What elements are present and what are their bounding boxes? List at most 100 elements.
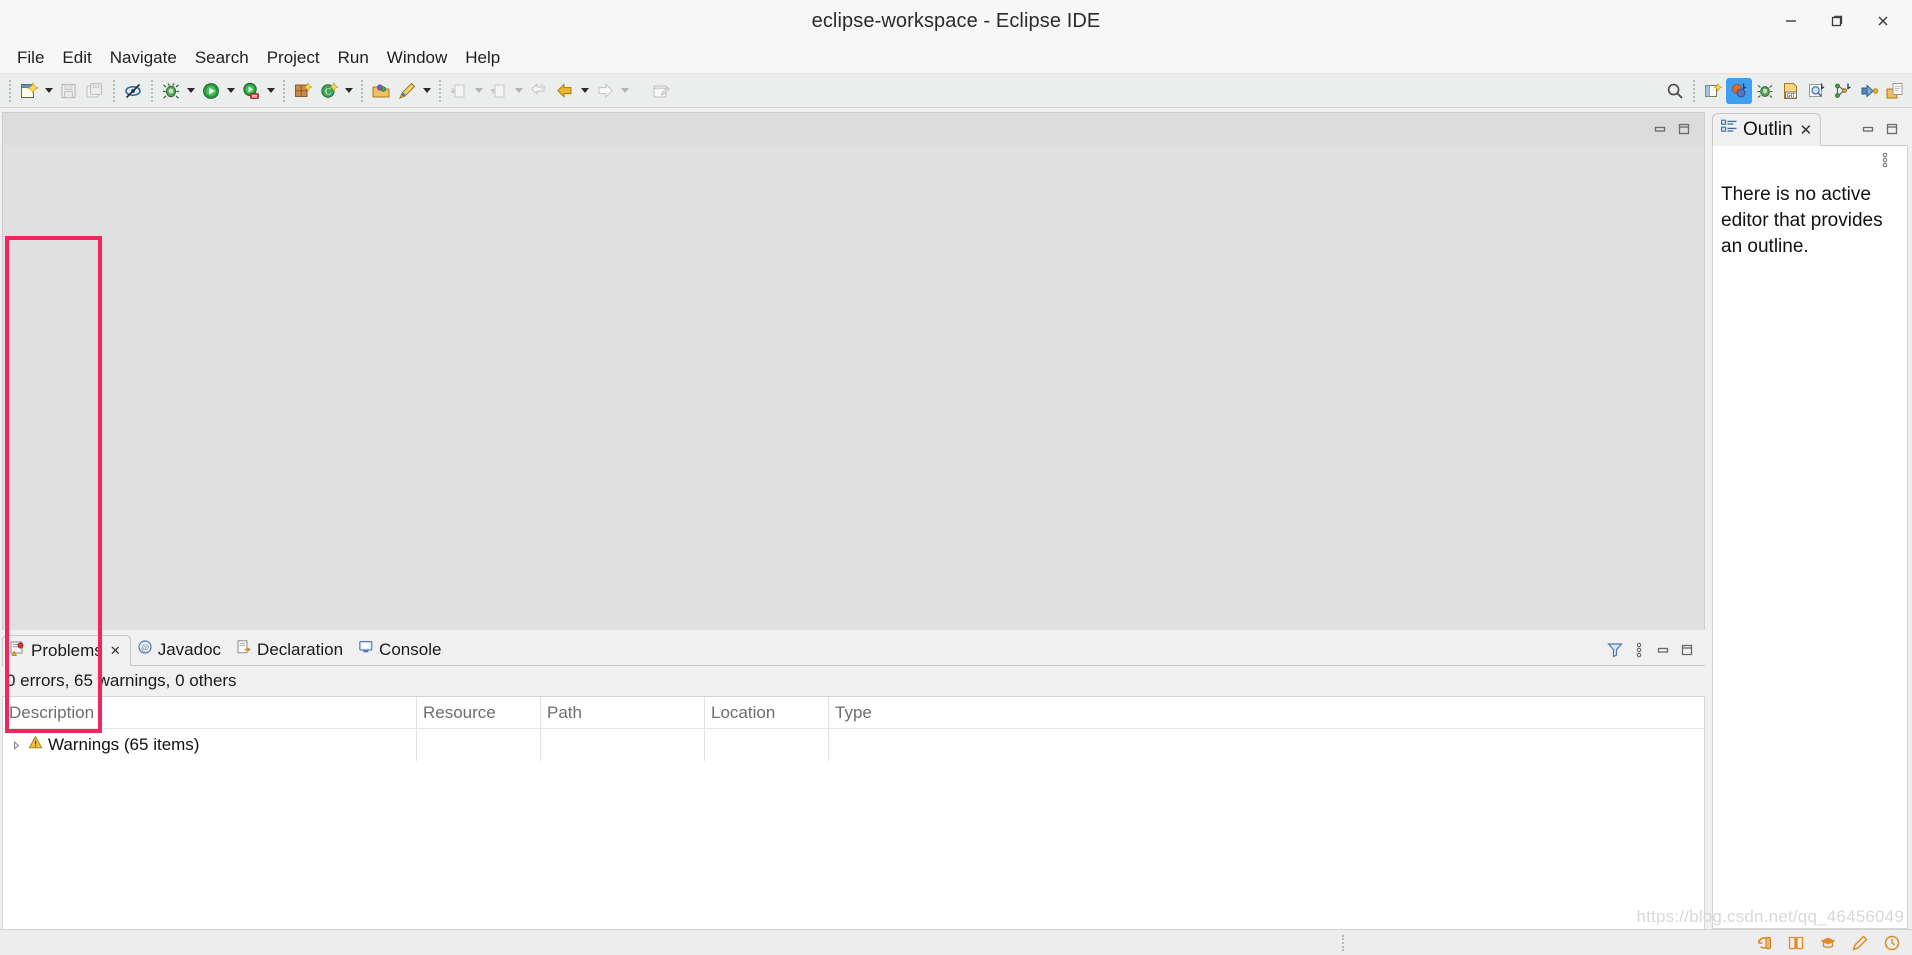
perspective-java-browsing-icon[interactable] (1804, 78, 1830, 104)
tab-declaration[interactable]: Declaration (230, 634, 352, 665)
menu-edit[interactable]: Edit (53, 46, 100, 70)
problems-view-menu-icon[interactable] (1627, 638, 1651, 662)
cell-path[interactable] (541, 729, 705, 761)
minimize-editor-area-button[interactable] (1648, 117, 1672, 141)
run-icon[interactable] (198, 78, 224, 104)
tab-console-label: Console (379, 639, 442, 659)
menu-file[interactable]: File (8, 46, 53, 70)
minimize-problems-button[interactable] (1651, 638, 1675, 662)
new-wizard-icon[interactable] (16, 78, 42, 104)
previous-annotation-icon[interactable] (486, 78, 512, 104)
column-header-location[interactable]: Location (705, 697, 829, 728)
close-icon[interactable]: ✕ (1800, 121, 1813, 139)
previous-annotation-dropdown-arrow[interactable] (512, 78, 526, 104)
new-class-dropdown-arrow[interactable] (342, 78, 356, 104)
forward-icon[interactable] (592, 78, 618, 104)
column-header-description[interactable]: Description (3, 697, 417, 728)
toolbar-separator (361, 79, 363, 102)
column-header-path[interactable]: Path (541, 697, 705, 728)
run-dropdown-arrow[interactable] (224, 78, 238, 104)
book-icon[interactable] (1786, 933, 1806, 953)
perspective-debug-alt-icon[interactable] (1856, 78, 1882, 104)
next-annotation-dropdown-arrow[interactable] (472, 78, 486, 104)
perspective-debug-icon[interactable] (1752, 78, 1778, 104)
cell-description[interactable]: Warnings (65 items) (3, 729, 417, 761)
new-wizard-dropdown-arrow[interactable] (42, 78, 56, 104)
profile-icon[interactable] (238, 78, 264, 104)
toolbar-separator (1693, 79, 1695, 102)
problems-view-panel: Problems ✕ @ Javadoc Declaration Console… (2, 634, 1705, 929)
search-dropdown-arrow[interactable] (420, 78, 434, 104)
maximize-editor-area-button[interactable] (1672, 117, 1696, 141)
menu-help[interactable]: Help (456, 46, 509, 70)
menu-navigate[interactable]: Navigate (101, 46, 186, 70)
outline-view-menu-row (1712, 146, 1908, 174)
perspective-java-icon[interactable] (1726, 77, 1752, 104)
close-window-button[interactable] (1860, 0, 1906, 42)
svg-text:C: C (325, 86, 331, 96)
quick-access-search-icon[interactable] (1662, 78, 1688, 104)
skip-all-breakpoints-icon[interactable] (120, 78, 146, 104)
forward-dropdown-arrow[interactable] (618, 78, 632, 104)
back-icon[interactable] (552, 78, 578, 104)
new-editor-icon[interactable] (648, 78, 674, 104)
restore-window-button[interactable] (1814, 0, 1860, 42)
menu-run[interactable]: Run (329, 46, 378, 70)
problems-icon (9, 640, 26, 662)
perspective-git-icon[interactable]: GIT (1778, 78, 1804, 104)
profile-dropdown-arrow[interactable] (264, 78, 278, 104)
status-separator (1342, 934, 1344, 951)
tab-outline[interactable]: Outlin ✕ (1712, 113, 1822, 146)
minimize-outline-button[interactable] (1856, 117, 1880, 141)
table-row[interactable]: Warnings (65 items) (3, 729, 1704, 761)
expand-arrow-icon[interactable] (9, 740, 23, 750)
pencil-icon[interactable] (1850, 933, 1870, 953)
maximize-outline-button[interactable] (1880, 117, 1904, 141)
cell-type[interactable] (829, 729, 1029, 761)
filter-icon[interactable] (1603, 638, 1627, 662)
debug-dropdown-arrow[interactable] (184, 78, 198, 104)
last-edit-location-icon[interactable] (526, 78, 552, 104)
column-header-resource[interactable]: Resource (417, 697, 541, 728)
perspective-team-sync-icon[interactable] (1830, 78, 1856, 104)
column-header-type[interactable]: Type (829, 697, 1029, 728)
menu-search[interactable]: Search (186, 46, 258, 70)
editor-empty-area[interactable] (3, 145, 1704, 630)
new-package-icon[interactable] (290, 78, 316, 104)
menu-project[interactable]: Project (258, 46, 329, 70)
tab-javadoc[interactable]: @ Javadoc (131, 634, 230, 665)
cell-location[interactable] (705, 729, 829, 761)
cell-description-text: Warnings (65 items) (48, 735, 200, 754)
graduation-cap-icon[interactable] (1818, 933, 1838, 953)
back-dropdown-arrow[interactable] (578, 78, 592, 104)
outline-tab-row: Outlin ✕ (1712, 112, 1908, 146)
open-type-icon[interactable] (368, 78, 394, 104)
window-title: eclipse-workspace - Eclipse IDE (811, 9, 1101, 32)
outline-view-menu-icon[interactable] (1873, 148, 1897, 172)
problems-table[interactable]: Description Resource Path Location Type (2, 696, 1705, 929)
editor-area (2, 112, 1705, 733)
history-icon[interactable] (1754, 933, 1774, 953)
maximize-problems-button[interactable] (1675, 638, 1699, 662)
next-annotation-icon[interactable] (446, 78, 472, 104)
outline-content[interactable]: There is no active editor that provides … (1712, 174, 1908, 929)
toolbar-right-group: GIT (1662, 77, 1908, 104)
cell-resource[interactable] (417, 729, 541, 761)
debug-icon[interactable] (158, 78, 184, 104)
clock-icon[interactable] (1882, 933, 1902, 953)
save-all-icon[interactable] (82, 78, 108, 104)
menu-window[interactable]: Window (378, 46, 456, 70)
problems-summary: 0 errors, 65 warnings, 0 others (2, 666, 1705, 696)
perspective-resource-icon[interactable] (1882, 78, 1908, 104)
tab-problems[interactable]: Problems ✕ (2, 635, 131, 666)
minimize-window-button[interactable] (1768, 0, 1814, 42)
save-icon[interactable] (56, 78, 82, 104)
svg-text:GIT: GIT (1787, 93, 1796, 99)
new-class-icon[interactable]: C (316, 78, 342, 104)
outline-view: Outlin ✕ There is no active editor that … (1712, 112, 1908, 929)
open-perspective-icon[interactable] (1700, 78, 1726, 104)
search-pencil-icon[interactable] (394, 78, 420, 104)
close-icon[interactable]: ✕ (110, 643, 121, 659)
tab-console[interactable]: Console (352, 634, 450, 665)
toolbar-separator (151, 79, 153, 102)
